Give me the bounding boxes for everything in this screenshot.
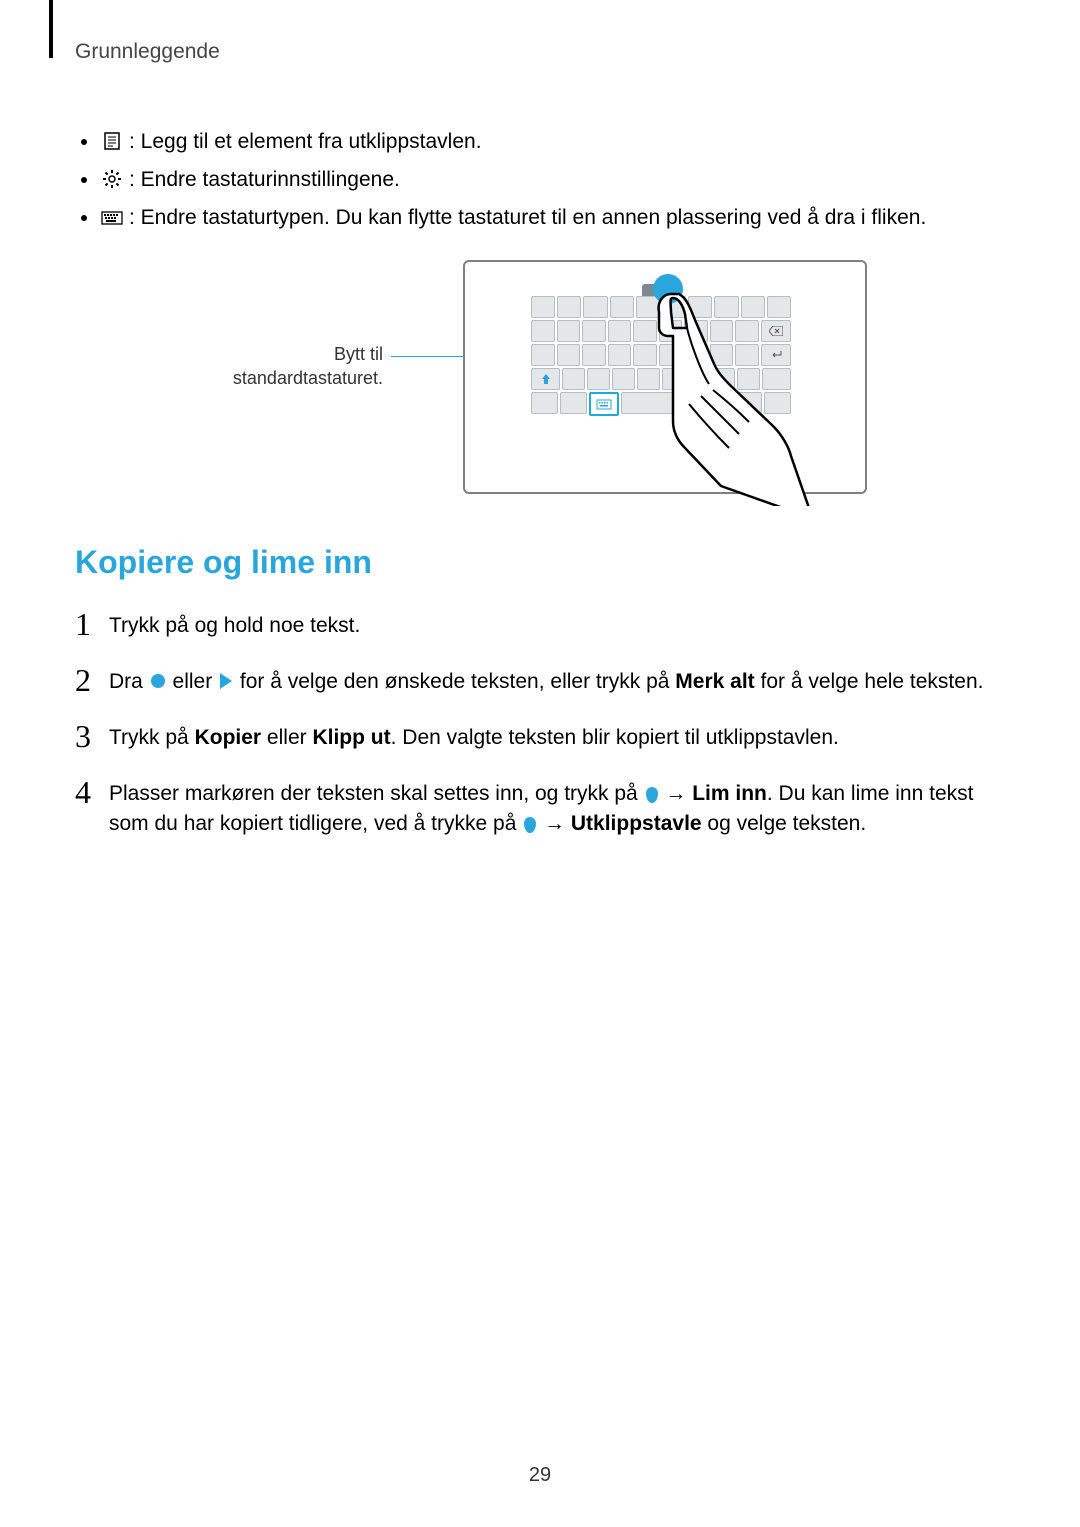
step-number: 4 (75, 777, 109, 807)
bullet-text: : Endre tastaturtypen. Du kan flytte tas… (129, 200, 1005, 236)
bullet-text: : Legg til et element fra utklippstavlen… (129, 124, 1005, 160)
step-text: Plasser markøren der teksten skal settes… (109, 777, 1005, 839)
keyboard-figure: Bytt til standardtastaturet. (75, 260, 1005, 494)
standard-keyboard-key (589, 392, 618, 416)
page-number: 29 (0, 1464, 1080, 1487)
hand-illustration (643, 276, 813, 506)
callout-line (391, 356, 463, 357)
section-header: Grunnleggende (75, 40, 1005, 64)
figure-caption: Bytt til standardtastaturet. (213, 342, 383, 390)
bullet-dot (81, 215, 87, 221)
bullet-dot (81, 177, 87, 183)
floating-keyboard-icon (101, 206, 123, 228)
cursor-handle-icon (646, 787, 658, 803)
section-title: Kopiere og lime inn (75, 544, 1005, 581)
selection-end-handle-icon (220, 673, 232, 689)
bullet-dot (81, 139, 87, 145)
step-text: Dra eller for å velge den ønskede tekste… (109, 665, 1005, 697)
step-number: 1 (75, 609, 109, 639)
icon-bullet-list: : Legg til et element fra utklippstavlen… (75, 124, 1005, 236)
step-number: 2 (75, 665, 109, 695)
steps-list: 1 Trykk på og hold noe tekst. 2 Dra elle… (75, 609, 1005, 839)
step-number: 3 (75, 721, 109, 751)
cursor-handle-icon (524, 817, 536, 833)
bullet-text: : Endre tastaturinnstillingene. (129, 162, 1005, 198)
step-text: Trykk på og hold noe tekst. (109, 609, 1005, 641)
gear-icon (101, 168, 123, 190)
selection-start-handle-icon (151, 674, 165, 688)
clipboard-icon (101, 130, 123, 152)
step-text: Trykk på Kopier eller Klipp ut. Den valg… (109, 721, 1005, 753)
